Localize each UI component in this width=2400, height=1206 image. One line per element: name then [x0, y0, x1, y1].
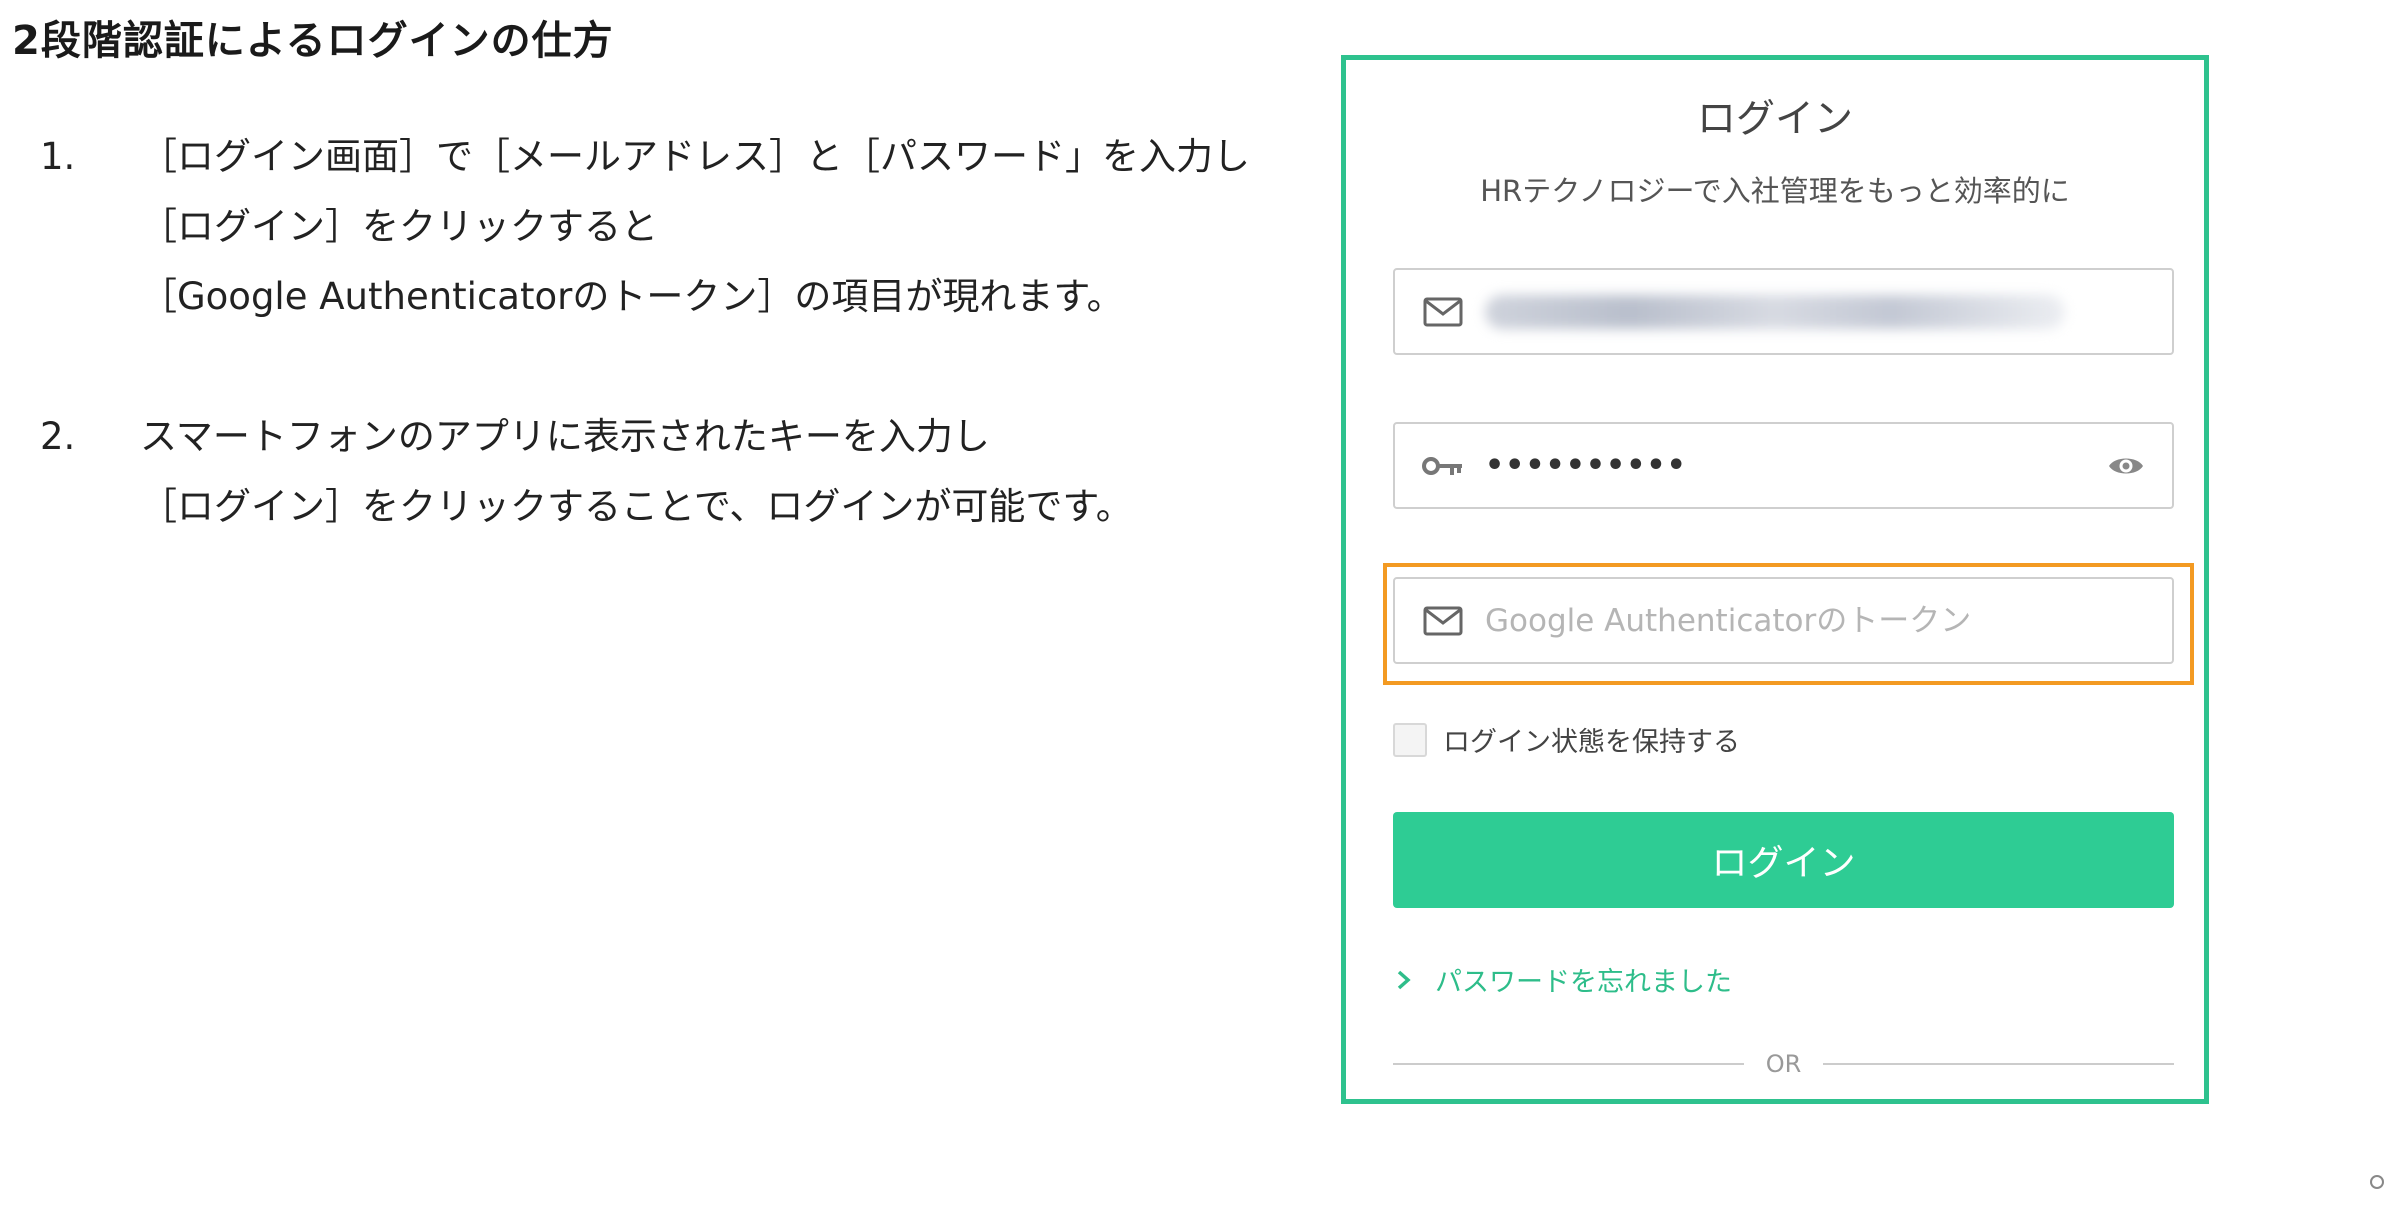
- instruction-steps: 1. ［ログイン画面］で［メールアドレス］と［パスワード」を入力し ［ログイン］…: [40, 122, 1330, 542]
- step-number: 2.: [40, 415, 76, 458]
- chevron-right-icon: [1393, 969, 1415, 991]
- step-text: スマートフォンのアプリに表示されたキーを入力し ［ログイン］をクリックすることで…: [140, 402, 1133, 542]
- login-panel-screenshot: ログイン HRテクノロジーで入社管理をもっと効率的に •••••••••• Go…: [1341, 55, 2209, 1104]
- password-value: ••••••••••: [1485, 448, 1687, 483]
- login-button[interactable]: ログイン: [1393, 812, 2174, 908]
- step-text: ［ログイン画面］で［メールアドレス］と［パスワード」を入力し ［ログイン］をクリ…: [140, 122, 1250, 332]
- step-line: ［ログイン］をクリックすると: [140, 205, 658, 248]
- email-field[interactable]: [1393, 268, 2174, 355]
- email-value-blurred: [1485, 294, 2065, 329]
- or-text: OR: [1765, 1050, 1802, 1078]
- or-divider: OR: [1393, 1050, 2175, 1078]
- step-line: ［ログイン画面］で［メールアドレス］と［パスワード」を入力し: [140, 135, 1250, 178]
- divider-line: [1393, 1063, 1744, 1065]
- corner-mark-icon: [2370, 1175, 2384, 1189]
- step-item: 1. ［ログイン画面］で［メールアドレス］と［パスワード」を入力し ［ログイン］…: [40, 122, 1330, 332]
- remember-checkbox[interactable]: [1393, 722, 1427, 757]
- login-title: ログイン: [1696, 97, 1853, 142]
- key-icon: [1421, 444, 1465, 488]
- token-field[interactable]: [1393, 577, 2174, 664]
- login-subtitle: HRテクノロジーで入社管理をもっと効率的に: [1480, 174, 2070, 208]
- step-line: スマートフォンのアプリに表示されたキーを入力し: [140, 415, 990, 458]
- divider-line: [1823, 1063, 2175, 1065]
- page-title: 2段階認証によるログインの仕方: [12, 18, 614, 64]
- password-field[interactable]: ••••••••••: [1393, 422, 2174, 509]
- step-spacer: [40, 332, 1330, 402]
- step-number: 1.: [40, 135, 76, 178]
- step-line: ［ログイン］をクリックすることで、ログインが可能です。: [140, 485, 1133, 528]
- mail-icon: [1421, 599, 1465, 643]
- step-item: 2. スマートフォンのアプリに表示されたキーを入力し ［ログイン］をクリックする…: [40, 402, 1330, 542]
- remember-me-row[interactable]: ログイン状態を保持する: [1393, 720, 1740, 759]
- mail-icon: [1421, 290, 1465, 334]
- remember-label: ログイン状態を保持する: [1443, 727, 1740, 758]
- eye-icon[interactable]: [2104, 444, 2148, 488]
- forgot-password-link[interactable]: パスワードを忘れました: [1393, 960, 1732, 999]
- step-line: ［Google Authenticatorのトークン］の項目が現れます。: [140, 275, 1124, 318]
- forgot-password-label: パスワードを忘れました: [1435, 967, 1732, 998]
- token-input[interactable]: [1485, 590, 2172, 651]
